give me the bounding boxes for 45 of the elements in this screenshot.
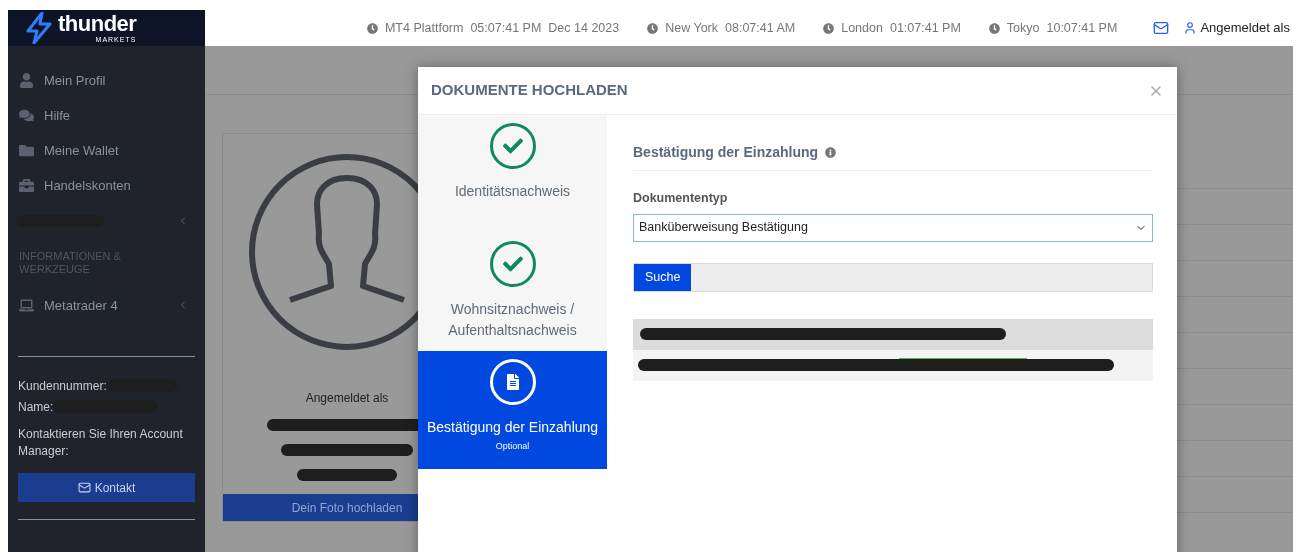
caption: Angemeldet als [305, 390, 389, 407]
document-type-select[interactable]: Banküberweisung Bestätigung [633, 213, 1153, 242]
search-button[interactable]: Suche [634, 263, 692, 291]
file-field[interactable]: Suche [633, 262, 1153, 292]
user-menu[interactable]: Angemeldet als [1183, 18, 1290, 38]
briefcase-icon [19, 178, 34, 193]
user-icon [19, 73, 34, 88]
clock-label: MT4 Plattform [384, 19, 464, 37]
clock-time: 05:07:41 PM [470, 19, 542, 37]
laptop-icon [19, 298, 34, 313]
section-title: INFORMATIONEN & WERKZEUGE [18, 249, 122, 277]
step-tab[interactable]: Wohnsitznachweis / Aufenthaltsnachweis [418, 233, 607, 351]
clock-icon [366, 22, 378, 34]
clock-label: New York [665, 19, 718, 37]
customer-number-label: Kundennummer: [18, 377, 107, 395]
clock-label: London [841, 19, 883, 37]
clock-time: 01:07:41 PM [889, 19, 961, 37]
sidebar-item[interactable]: Handelskonten [8, 168, 205, 203]
step-tab[interactable]: Identitätsnachweis [418, 115, 607, 233]
folder-icon [19, 143, 34, 158]
user-icon [1183, 21, 1198, 35]
sidebar-item[interactable]: Hilfe [8, 98, 205, 133]
contact-button[interactable]: Kontakt [18, 473, 195, 502]
clock-date: Dec 14 2023 [548, 19, 620, 37]
clock-label: Tokyo [1006, 19, 1040, 37]
info-icon[interactable] [825, 147, 837, 158]
name-label: Name: [18, 398, 54, 416]
sidebar-item[interactable]: Meine Wallet [8, 133, 205, 168]
sidebar-item[interactable]: Mein Profil [8, 63, 205, 98]
clock-icon [823, 22, 835, 34]
sidebar-item[interactable]: Metatrader 4 [8, 288, 205, 323]
section-heading: Bestätigung der Einzahlung [633, 143, 819, 162]
clock-time: 10:07:41 PM [1046, 19, 1118, 37]
logo-text: thunder [58, 13, 137, 35]
dialog-title: DOKUMENTE HOCHLADEN [431, 80, 628, 101]
chat-icon [19, 108, 34, 123]
clock-icon [647, 22, 659, 34]
field-label: Dokumententyp [633, 190, 729, 207]
mail-icon[interactable] [1153, 20, 1170, 36]
lightning-logo-icon [24, 12, 54, 44]
clock-time: 08:07:41 AM [725, 19, 796, 37]
step-tab[interactable]: Bestätigung der Einzahlung Optional [418, 351, 607, 469]
mail-icon [77, 481, 91, 494]
contact-text: Kontaktieren Sie Ihren Account Manager: [18, 426, 184, 460]
clock-icon [988, 22, 1000, 34]
